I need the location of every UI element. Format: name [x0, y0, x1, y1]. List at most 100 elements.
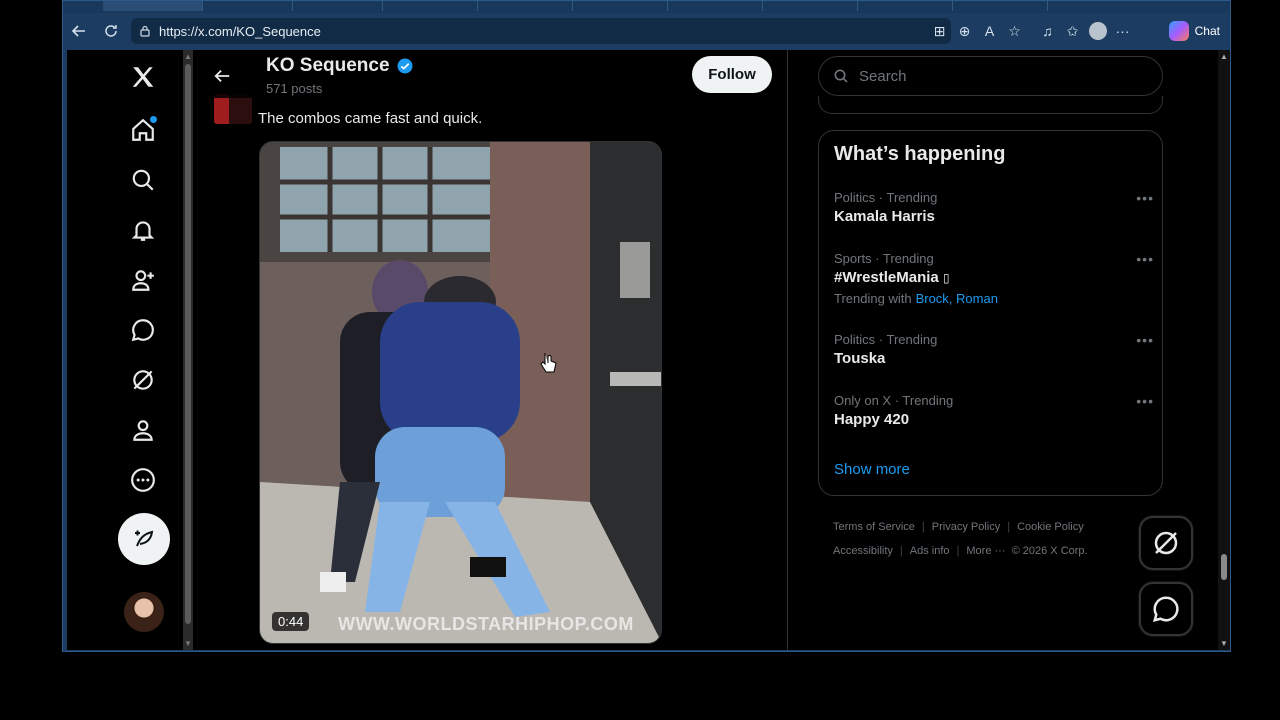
trend-name[interactable]: #WrestleMania ▯ — [834, 269, 1154, 286]
trend-name[interactable]: Happy 420 — [834, 411, 1154, 428]
more-options-icon[interactable]: ••• — [1136, 190, 1154, 206]
show-more-link[interactable]: Show more — [834, 461, 910, 478]
feather-plus-icon — [135, 530, 154, 547]
search-placeholder: Search — [859, 67, 907, 85]
trend-name[interactable]: Touska — [834, 350, 1154, 367]
browser-tab[interactable] — [478, 1, 573, 11]
browser-tab[interactable] — [293, 1, 383, 11]
tab-strip — [63, 1, 1230, 13]
page-viewport: ▲ ▼ KO Sequence 571 posts Follow The com… — [67, 50, 1230, 650]
accessibility-link[interactable]: Accessibility — [833, 545, 893, 557]
profile-name-row: KO Sequence — [266, 55, 414, 77]
browser-tab[interactable] — [573, 1, 668, 11]
page-scrollbar[interactable]: ▲ ▼ — [1218, 50, 1230, 650]
more-link[interactable]: More ··· — [966, 545, 1005, 557]
trend-item[interactable]: Only on X · Trending Happy 420 ••• — [834, 393, 1154, 428]
account-avatar[interactable] — [124, 592, 164, 632]
mouse-cursor-icon — [539, 352, 557, 379]
tweet-text: The combos came fast and quick. — [258, 110, 483, 127]
trend-related-links[interactable]: Brock, Roman — [916, 291, 998, 306]
x-logo-icon[interactable] — [127, 61, 159, 93]
user-profile-icon[interactable] — [1085, 19, 1110, 43]
tweet-video[interactable]: WWW.WORLDSTARHIPHOP.COM 0:44 — [259, 141, 662, 644]
browser-window: https://x.com/KO_Sequence ⊞ ⊕ A ☆ ♫ ✩ ··… — [62, 0, 1231, 652]
trend-item[interactable]: Politics · Trending Kamala Harris ••• — [834, 190, 1154, 225]
back-nav-icon[interactable] — [67, 19, 91, 43]
follow-icon[interactable] — [127, 264, 159, 296]
scroll-down-icon[interactable]: ▼ — [1220, 639, 1228, 648]
browser-tab[interactable] — [763, 1, 858, 11]
previous-module-edge — [818, 96, 1163, 114]
messages-icon[interactable] — [127, 314, 159, 346]
trend-item[interactable]: Politics · Trending Touska ••• — [834, 332, 1154, 367]
scroll-thumb[interactable] — [1221, 554, 1227, 580]
address-bar[interactable]: https://x.com/KO_Sequence — [131, 18, 951, 44]
verified-badge-icon — [397, 58, 413, 74]
site-info-icon[interactable] — [139, 25, 151, 37]
apps-icon[interactable]: ⊞ — [927, 19, 952, 43]
profile-name: KO Sequence — [266, 55, 390, 76]
grok-fab[interactable] — [1139, 516, 1193, 570]
messages-icon — [1152, 596, 1179, 623]
browser-toolbar: https://x.com/KO_Sequence ⊞ ⊕ A ☆ ♫ ✩ ··… — [63, 13, 1230, 49]
ads-info-link[interactable]: Ads info — [910, 545, 950, 557]
url-text[interactable]: https://x.com/KO_Sequence — [159, 24, 321, 39]
cookie-link[interactable]: Cookie Policy — [1017, 521, 1084, 533]
browser-tab[interactable] — [103, 1, 203, 11]
tweet-author-avatar[interactable] — [214, 94, 252, 124]
video-duration: 0:44 — [272, 612, 310, 631]
grok-icon[interactable] — [127, 364, 159, 396]
search-icon[interactable] — [127, 164, 159, 196]
more-options-icon[interactable]: ••• — [1136, 251, 1154, 267]
terms-link[interactable]: Terms of Service — [833, 521, 915, 533]
video-frame — [260, 142, 661, 643]
back-arrow-icon[interactable] — [208, 62, 236, 90]
browser-tab[interactable] — [203, 1, 293, 11]
zoom-icon[interactable]: ⊕ — [952, 19, 977, 43]
search-input[interactable]: Search — [818, 56, 1163, 96]
trend-meta: Politics · Trending — [834, 332, 938, 347]
copilot-icon — [1168, 21, 1189, 41]
main-column: KO Sequence 571 posts Follow The combos … — [194, 50, 788, 650]
follow-button[interactable]: Follow — [692, 56, 772, 93]
scroll-up-icon[interactable]: ▲ — [1220, 52, 1228, 61]
more-options-icon[interactable]: ••• — [1136, 332, 1154, 348]
browser-tab[interactable] — [858, 1, 953, 11]
more-options-icon[interactable]: ••• — [1136, 393, 1154, 409]
grok-icon — [1154, 531, 1178, 555]
copilot-chat-button[interactable]: Chat — [1163, 19, 1226, 43]
post-count: 571 posts — [266, 81, 323, 96]
video-watermark: WWW.WORLDSTARHIPHOP.COM — [338, 614, 634, 634]
trend-meta: Politics · Trending — [834, 190, 938, 205]
scroll-thumb[interactable] — [185, 64, 191, 624]
browser-tab[interactable] — [668, 1, 763, 11]
right-sidebar: Search What’s happening Politics · Trend… — [817, 50, 1193, 650]
settings-more-icon[interactable]: ··· — [1110, 19, 1135, 43]
browser-tab[interactable] — [953, 1, 1048, 11]
trending-with: Trending with Brock, Roman — [834, 291, 998, 306]
notification-dot — [150, 116, 157, 123]
scroll-up-icon[interactable]: ▲ — [184, 52, 192, 61]
trend-name[interactable]: Kamala Harris — [834, 208, 1154, 225]
refresh-icon[interactable] — [99, 19, 123, 43]
whats-happening-module: What’s happening Politics · Trending Kam… — [818, 130, 1163, 496]
toolbar-actions: ⊞ ⊕ A ☆ ♫ ✩ ··· — [927, 19, 1135, 43]
browser-tab[interactable] — [383, 1, 478, 11]
extensions-icon[interactable]: ♫ — [1035, 19, 1060, 43]
chat-label: Chat — [1194, 24, 1220, 38]
scroll-down-icon[interactable]: ▼ — [184, 639, 192, 648]
privacy-link[interactable]: Privacy Policy — [932, 521, 1000, 533]
left-scrollbar[interactable]: ▲ ▼ — [183, 50, 193, 650]
favorites-icon[interactable]: ✩ — [1060, 19, 1085, 43]
profile-icon[interactable] — [127, 414, 159, 446]
home-icon[interactable] — [127, 114, 159, 146]
favorite-star-icon[interactable]: ☆ — [1002, 19, 1027, 43]
notifications-icon[interactable] — [127, 214, 159, 246]
battery-emoji-icon: ▯ — [942, 271, 950, 285]
copyright: © 2026 X Corp. — [1011, 545, 1088, 557]
post-button[interactable] — [118, 513, 170, 565]
more-icon[interactable] — [127, 464, 159, 496]
read-aloud-icon[interactable]: A — [977, 19, 1002, 43]
messages-fab[interactable] — [1139, 582, 1193, 636]
trend-item[interactable]: Sports · Trending #WrestleMania ▯ Trendi… — [834, 251, 1154, 306]
